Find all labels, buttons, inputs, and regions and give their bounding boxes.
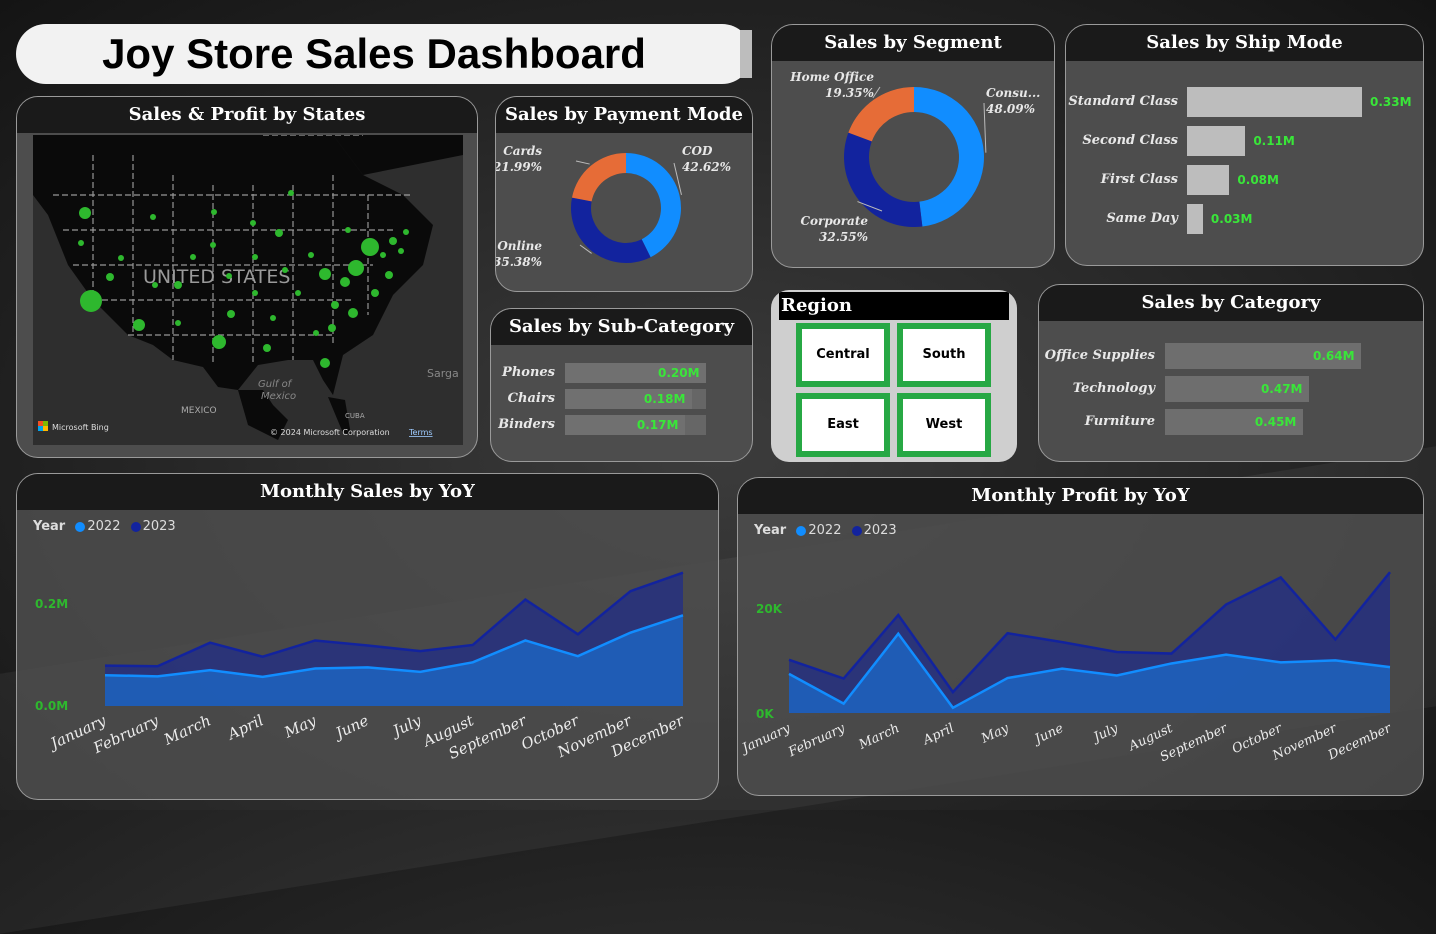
dashboard-title: Joy Store Sales Dashboard [102, 30, 646, 77]
bar-label: Standard Class [1068, 94, 1178, 109]
bar-label: Binders [498, 417, 555, 432]
segment-title: Sales by Segment [772, 25, 1054, 61]
bar[interactable] [1187, 165, 1230, 195]
donut-label-pct: 35.38% [496, 255, 542, 269]
map-mexico-label: MEXICO [181, 406, 217, 416]
y-tick-label: 0.0M [35, 699, 68, 713]
donut-label-pct: 21.99% [496, 160, 542, 174]
map-card-title: Sales & Profit by States [17, 97, 477, 133]
category-title: Sales by Category [1039, 285, 1423, 321]
map-sargasso-label: Sarga [427, 367, 459, 380]
bar-value-label: 0.47M [1260, 382, 1303, 396]
donut-label-pct: 42.62% [682, 160, 731, 174]
bar-value-label: 0.64M [1313, 349, 1355, 363]
y-tick-label: 20K [756, 602, 783, 616]
us-map[interactable]: UNITED STATES Gulf of Mexico MEXICO CUBA … [33, 135, 463, 445]
x-tick-label: June [330, 711, 371, 743]
x-tick-label: January [738, 721, 793, 758]
monthly-sales-card: Monthly Sales by YoY Year 2022 2023 0.0M… [16, 473, 719, 800]
bar-label: Furniture [1084, 414, 1155, 429]
x-tick-label: June [1030, 721, 1066, 749]
payment-mode-title: Sales by Payment Mode [496, 97, 752, 133]
donut-slice-cards[interactable] [571, 153, 626, 202]
donut-label-name: Corporate [800, 214, 868, 228]
payment-mode-donut[interactable]: COD 42.62% Online 35.38% Cards 21.99% [496, 133, 753, 292]
segment-donut[interactable]: Consu... 48.09% Corporate 32.55% Home Office… [772, 61, 1055, 268]
category-card: Sales by Category Office Supplies 0.64M Te… [1038, 284, 1424, 462]
donut-label-name: Online [497, 239, 542, 253]
donut-label-name: Home Office [789, 70, 874, 84]
donut-slice-cod[interactable] [626, 153, 681, 258]
x-tick-label: April [920, 721, 956, 749]
map-terms-link[interactable]: Terms [408, 428, 433, 437]
donut-label-pct: 32.55% [819, 230, 868, 244]
bar[interactable] [1187, 204, 1203, 234]
bar-value-label: 0.33M [1370, 95, 1412, 109]
ship-mode-title: Sales by Ship Mode [1066, 25, 1423, 61]
donut-label-name: Cards [503, 144, 542, 158]
donut-leader-line [575, 160, 590, 165]
donut-label-pct: 48.09% [986, 102, 1035, 116]
sub-category-card: Sales by Sub-Category Phones 0.20M Chairs 0… [490, 308, 753, 462]
donut-label-name: COD [682, 144, 713, 158]
donut-slice-online[interactable] [571, 197, 651, 263]
region-button-east[interactable]: East [796, 393, 890, 457]
bar-label: Chairs [507, 391, 555, 406]
map-cuba-label: CUBA [345, 412, 365, 420]
bar-label: Second Class [1082, 133, 1178, 148]
bar[interactable] [1187, 87, 1362, 117]
bing-logo-label: Microsoft Bing [52, 423, 109, 432]
payment-mode-card: Sales by Payment Mode COD 42.62% Online 35.… [495, 96, 753, 292]
segment-card: Sales by Segment Consu... 48.09% Corporate… [771, 24, 1055, 268]
map-card: Sales & Profit by States UNITED STATES G… [16, 96, 478, 458]
x-tick-label: July [1089, 721, 1121, 747]
x-tick-label: April [223, 711, 266, 744]
map-gulf-label: Gulf of Mexico [258, 379, 296, 402]
x-tick-label: May [978, 721, 1012, 747]
x-tick-label: March [160, 711, 213, 749]
region-button-central[interactable]: Central [796, 323, 890, 387]
bar-value-label: 0.45M [1254, 415, 1297, 429]
dashboard-title-bar: Joy Store Sales Dashboard [16, 24, 752, 84]
monthly-profit-card: Monthly Profit by YoY Year 2022 2023 0K 2… [737, 477, 1424, 796]
bar-value-label: 0.17M [636, 418, 679, 432]
title-bar-edge [740, 30, 752, 78]
x-tick-label: May [281, 711, 320, 742]
map-copyright: © 2024 Microsoft Corporation [270, 428, 390, 437]
bar-value-label: 0.11M [1253, 134, 1295, 148]
bar-label: Same Day [1106, 211, 1178, 226]
bar-value-label: 0.18M [643, 392, 686, 406]
region-button-south[interactable]: South [897, 323, 991, 387]
bar-value-label: 0.03M [1210, 212, 1253, 226]
donut-label-pct: 19.35% [825, 86, 874, 100]
bar-label: First Class [1100, 172, 1178, 187]
region-button-west[interactable]: West [897, 393, 991, 457]
donut-slice-corporate[interactable] [844, 132, 923, 227]
ship-mode-card: Sales by Ship Mode Standard Class 0.33M Se… [1065, 24, 1424, 266]
bar-value-label: 0.20M [658, 366, 700, 380]
x-tick-label: February [785, 721, 847, 761]
sub-category-title: Sales by Sub-Category [491, 309, 752, 345]
bar-value-label: 0.08M [1237, 173, 1279, 187]
monthly-profit-chart[interactable]: 0K 20K JanuaryFebruary March April May June Jul… [738, 478, 1424, 796]
bar[interactable] [1187, 126, 1246, 156]
monthly-sales-chart[interactable]: 0.0M0.2MJanuaryFebruary March April May June… [17, 474, 719, 800]
y-tick-label: 0K [756, 707, 774, 721]
bar-label: Office Supplies [1044, 348, 1155, 363]
region-title: Region [779, 292, 1009, 320]
bar-label: Technology [1072, 381, 1155, 396]
donut-label-name: Consu... [986, 86, 1040, 100]
donut-slice-consu[interactable] [914, 87, 984, 227]
x-tick-label: March [856, 721, 902, 753]
map-country-label: UNITED STATES [143, 266, 290, 288]
bar-label: Phones [502, 365, 555, 380]
x-tick-label: July [387, 711, 424, 741]
region-slicer: Region Central South East West [771, 290, 1017, 462]
y-tick-label: 0.2M [35, 597, 68, 611]
